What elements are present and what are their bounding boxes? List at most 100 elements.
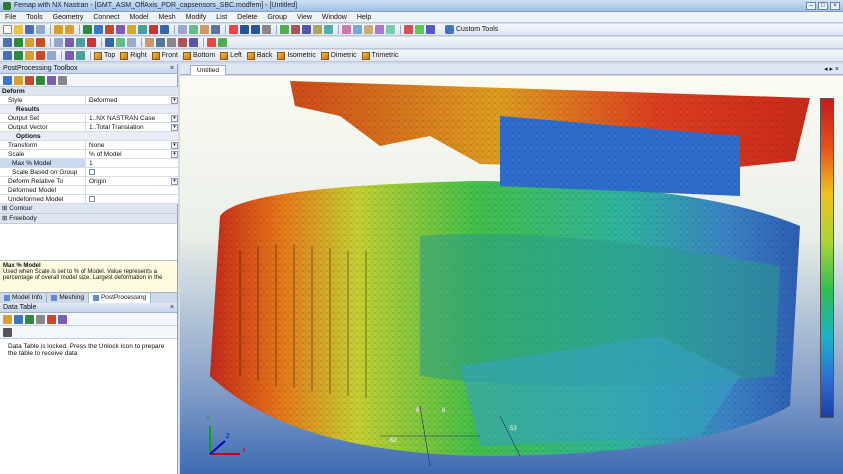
rotate-icon[interactable]	[280, 25, 289, 34]
undeformed-model-row[interactable]: Undeformed Model	[0, 195, 178, 204]
menu-tools[interactable]: Tools	[21, 14, 47, 21]
view-center-icon[interactable]	[25, 51, 34, 60]
mesh-toolbox-icon[interactable]	[189, 25, 198, 34]
view-bottom-button[interactable]: Bottom	[182, 51, 215, 60]
results-group-row[interactable]: Results	[0, 105, 178, 114]
contour-icon[interactable]	[415, 25, 424, 34]
workplane-icon[interactable]	[342, 25, 351, 34]
rotate-entity-icon[interactable]	[167, 38, 176, 47]
undeformed-model-checkbox[interactable]	[89, 196, 95, 202]
layers-icon[interactable]	[386, 25, 395, 34]
options-icon[interactable]	[58, 75, 67, 85]
save-icon[interactable]	[25, 25, 34, 34]
view-options-icon[interactable]	[375, 25, 384, 34]
tab-untitled[interactable]: Untitled	[190, 65, 227, 75]
freebody-section[interactable]: ⊞ Freebody	[0, 214, 177, 224]
view-left-button[interactable]: Left	[220, 51, 242, 60]
refresh-icon[interactable]	[3, 75, 12, 85]
geometry-point-icon[interactable]	[83, 25, 92, 34]
view-demagnify-icon[interactable]	[76, 51, 85, 60]
property-icon[interactable]	[138, 25, 147, 34]
view-zoom-icon[interactable]	[36, 51, 45, 60]
regenerate-icon[interactable]	[324, 25, 333, 34]
transform-row[interactable]: Transform None ▾	[0, 141, 178, 150]
mesh-icon[interactable]	[178, 25, 187, 34]
tab-meshing[interactable]: Meshing	[47, 293, 89, 303]
undo-icon[interactable]	[54, 25, 63, 34]
scale-based-on-group-row[interactable]: Scale Based on Group	[0, 168, 178, 177]
filter-icon[interactable]	[25, 314, 34, 324]
entity-display-icon[interactable]	[353, 25, 362, 34]
print-icon[interactable]	[36, 25, 45, 34]
style-row[interactable]: Style Deformed ▾	[0, 96, 178, 105]
view-front-button[interactable]: Front	[151, 51, 178, 60]
options-group-row[interactable]: Options	[0, 132, 178, 141]
graphics-viewport[interactable]: 6 6 62 53 X Y Z	[180, 76, 843, 474]
contour-section[interactable]: ⊞ Contour	[0, 204, 177, 214]
deformed-model-row[interactable]: Deformed Model	[0, 186, 178, 195]
geometry-solid-icon[interactable]	[116, 25, 125, 34]
select-icon[interactable]	[251, 25, 260, 34]
output-set-row[interactable]: Output Set 1..NX NASTRAN Case ▾	[0, 114, 178, 123]
copy-icon[interactable]	[36, 314, 45, 324]
menu-modify[interactable]: Modify	[181, 14, 212, 21]
view-top-button[interactable]: Top	[94, 51, 115, 60]
close-icon[interactable]: ×	[170, 303, 177, 312]
group-icon[interactable]	[36, 38, 45, 47]
solid-icon[interactable]	[65, 38, 74, 47]
view-style-icon[interactable]	[262, 25, 271, 34]
minimize-button[interactable]: –	[806, 1, 816, 10]
geometry-surface-icon[interactable]	[105, 25, 114, 34]
lock-icon[interactable]	[3, 314, 12, 324]
output-vector-dropdown[interactable]: ▾	[171, 123, 178, 131]
results-icon[interactable]	[211, 25, 220, 34]
scale-icon[interactable]	[189, 38, 198, 47]
stop-icon[interactable]	[229, 25, 238, 34]
move-icon[interactable]	[156, 38, 165, 47]
window-controls-doc[interactable]: ◂ ▸ ×	[824, 65, 839, 73]
visibility-icon[interactable]	[364, 25, 373, 34]
open-icon[interactable]	[14, 25, 23, 34]
contour-tool-icon[interactable]	[36, 75, 45, 85]
menu-file[interactable]: File	[0, 14, 21, 21]
folder-icon[interactable]	[14, 75, 23, 85]
view-right-button[interactable]: Right	[120, 51, 147, 60]
menu-mesh[interactable]: Mesh	[154, 14, 181, 21]
redo-icon[interactable]	[65, 25, 74, 34]
pencil-icon[interactable]	[3, 327, 12, 337]
tab-postprocessing[interactable]: PostProcessing	[88, 293, 152, 303]
deform-icon[interactable]	[404, 25, 413, 34]
boolean-icon[interactable]	[76, 38, 85, 47]
menu-delete[interactable]: Delete	[232, 14, 262, 21]
deform-group-row[interactable]: Deform	[0, 87, 178, 96]
view-back-button[interactable]: Back	[246, 51, 272, 60]
globe-icon[interactable]	[240, 25, 249, 34]
menu-model[interactable]: Model	[124, 14, 153, 21]
custom-tools-menu[interactable]: Custom Tools	[445, 25, 498, 34]
add-columns-icon[interactable]	[14, 314, 23, 324]
close-icon[interactable]: ×	[170, 64, 177, 73]
max-pct-model-value[interactable]: 1	[89, 159, 93, 167]
meshing-toolbox-icon[interactable]	[105, 38, 114, 47]
delete-icon[interactable]	[207, 38, 216, 47]
save-data-icon[interactable]	[58, 314, 67, 324]
material-icon[interactable]	[127, 25, 136, 34]
reflect-icon[interactable]	[178, 38, 187, 47]
menu-help[interactable]: Help	[352, 14, 376, 21]
animate-tool-icon[interactable]	[47, 75, 56, 85]
output-vector-row[interactable]: Output Vector 1..Total Translation ▾	[0, 123, 178, 132]
view-magnify-icon[interactable]	[65, 51, 74, 60]
animate-icon[interactable]	[426, 25, 435, 34]
element-icon[interactable]	[14, 38, 23, 47]
view-dimetric-button[interactable]: Dimetric	[320, 51, 357, 60]
cleanup-icon[interactable]	[87, 38, 96, 47]
transform-dropdown[interactable]: ▾	[171, 141, 178, 149]
constraint-icon[interactable]	[160, 25, 169, 34]
close-button[interactable]: ×	[830, 1, 840, 10]
tab-model-info[interactable]: Model Info	[0, 293, 48, 303]
view-isometric-button[interactable]: Isometric	[277, 51, 316, 60]
menu-connect[interactable]: Connect	[88, 14, 124, 21]
scale-based-on-group-checkbox[interactable]	[89, 169, 95, 175]
mesh-size-icon[interactable]	[116, 38, 125, 47]
view-unzoom-icon[interactable]	[47, 51, 56, 60]
